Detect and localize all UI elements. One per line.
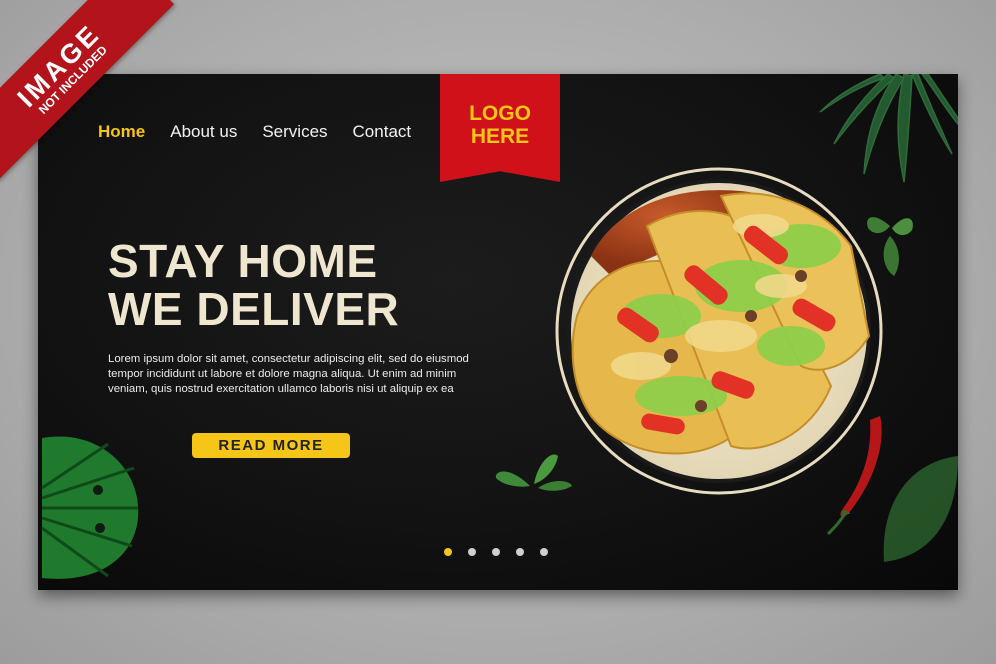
carousel-dot-3[interactable]: [492, 548, 500, 556]
logo-line2: HERE: [470, 125, 530, 148]
carousel-dot-1[interactable]: [444, 548, 452, 556]
monstera-leaf-icon: [41, 436, 139, 579]
logo-flag[interactable]: LOGO HERE: [440, 74, 560, 182]
nav-contact[interactable]: Contact: [353, 122, 412, 142]
nav-services[interactable]: Services: [262, 122, 327, 142]
read-more-button[interactable]: READ MORE: [192, 433, 350, 458]
hero-body-text: Lorem ipsum dolor sit amet, consectetur …: [108, 353, 469, 395]
image-not-included-badge: IMAGE NOT INCLUDED: [0, 0, 190, 190]
hero-title-line2: WE DELIVER: [108, 283, 400, 335]
carousel-dot-2[interactable]: [468, 548, 476, 556]
hero-title-line1: STAY HOME: [108, 235, 378, 287]
carousel-dots: [444, 548, 548, 556]
carousel-dot-5[interactable]: [540, 548, 548, 556]
carousel-dot-4[interactable]: [516, 548, 524, 556]
taco-plate-image: [555, 167, 883, 495]
hero-title: STAY HOME WE DELIVER: [108, 237, 399, 333]
logo-line1: LOGO: [469, 102, 531, 125]
badge-band: IMAGE NOT INCLUDED: [0, 0, 175, 182]
